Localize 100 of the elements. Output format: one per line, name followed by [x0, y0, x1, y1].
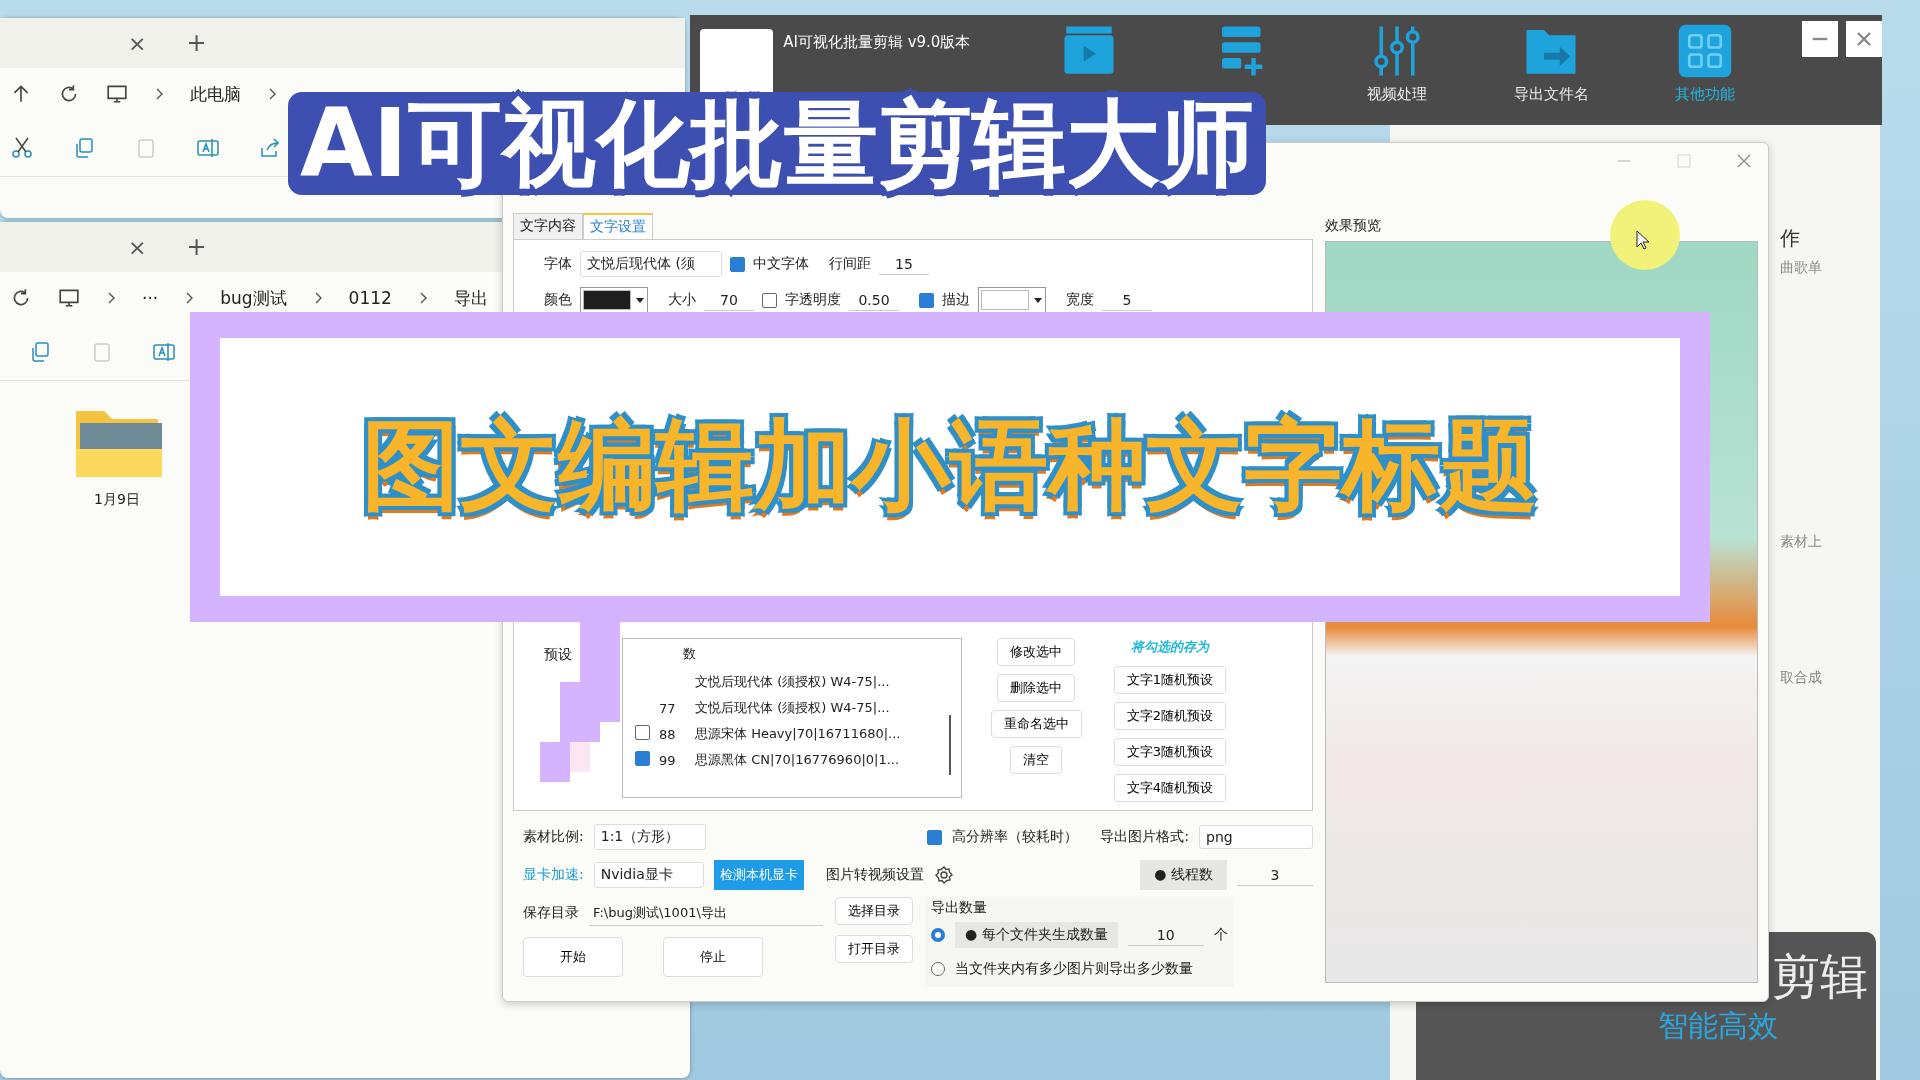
- close-tab-button[interactable]: ×: [128, 234, 147, 260]
- toolbar-label[interactable]: 视频处理: [1367, 85, 1427, 104]
- preset-button[interactable]: 文字4随机预设: [1113, 774, 1227, 802]
- field-label: 导出图片格式:: [1100, 828, 1189, 846]
- action-button[interactable]: 重命名选中: [990, 710, 1082, 738]
- scissors-icon[interactable]: [10, 136, 34, 160]
- overlay-title: AI可视化批量剪辑大师: [288, 92, 1266, 196]
- toolbar-label[interactable]: 导出文件名: [1513, 85, 1589, 104]
- field-label: 保存目录: [523, 904, 579, 922]
- row-number: 88: [659, 726, 676, 742]
- toolbar-label[interactable]: 其他功能: [1675, 85, 1735, 104]
- checkbox[interactable]: [762, 292, 777, 308]
- folder-path-field[interactable]: F:\bug测试\1001\导出: [589, 900, 823, 926]
- field-label: 预设: [544, 646, 573, 664]
- checkbox-label: 高分辨率（较耗时）: [952, 828, 1079, 846]
- feature-text: 曲歌单: [1780, 259, 1822, 277]
- breadcrumb-item[interactable]: 此电脑: [190, 82, 241, 106]
- gpu-dropdown[interactable]: Nvidia显卡: [593, 862, 704, 888]
- cursor-icon: [1636, 230, 1650, 250]
- minimize-button[interactable]: [1802, 21, 1838, 57]
- folder-label[interactable]: 1月9日: [94, 491, 140, 509]
- scrollbar[interactable]: [949, 715, 951, 775]
- field-label: 大小: [668, 291, 696, 309]
- save-as-label: 将勾选的存为: [1131, 638, 1209, 656]
- preset-item[interactable]: 文悦后现代体 (须授权) W4-75|...: [695, 699, 890, 717]
- field-label: 行间距: [829, 255, 871, 273]
- stop-button[interactable]: 停止: [663, 937, 763, 977]
- stroke-color-picker[interactable]: [978, 287, 1046, 313]
- field-label: 素材比例:: [523, 828, 584, 846]
- format-dropdown[interactable]: png: [1199, 825, 1313, 849]
- settings-tab[interactable]: 文字内容: [513, 213, 583, 239]
- action-button[interactable]: 删除选中: [997, 674, 1075, 702]
- breadcrumb-item[interactable]: 0112: [348, 288, 392, 308]
- number-field[interactable]: 3: [1237, 864, 1313, 886]
- ratio-dropdown[interactable]: 1:1（方形）: [593, 824, 706, 850]
- field-label: 宽度: [1066, 291, 1094, 309]
- checkbox-label: 描边: [942, 291, 970, 309]
- checkbox[interactable]: [730, 256, 745, 272]
- close-button[interactable]: [1846, 21, 1882, 57]
- radio-button[interactable]: [931, 962, 945, 976]
- option-label: ● 每个文件夹生成数量: [955, 922, 1118, 948]
- row-number: 99: [659, 752, 676, 768]
- preview-label: 效果预览: [1325, 217, 1382, 235]
- checkbox[interactable]: [927, 829, 943, 845]
- number-field[interactable]: 10: [1127, 924, 1204, 946]
- checkbox-label: 中文字体: [753, 255, 809, 273]
- preset-button[interactable]: 文字2随机预设: [1113, 702, 1227, 730]
- preset-button[interactable]: 文字1随机预设: [1113, 666, 1227, 694]
- breadcrumb-item[interactable]: ···: [142, 288, 159, 308]
- app-title: AI可视化批量剪辑 v9.0版本: [783, 33, 972, 52]
- number-field[interactable]: 5: [1102, 289, 1152, 311]
- checkbox[interactable]: [919, 292, 934, 308]
- preset-button[interactable]: 文字3随机预设: [1113, 738, 1227, 766]
- number-field[interactable]: 70: [704, 289, 754, 311]
- action-button[interactable]: 清空: [1010, 746, 1062, 774]
- field-label: 字体: [544, 255, 572, 273]
- action-button[interactable]: 修改选中: [997, 638, 1075, 666]
- promo-title: 剪辑: [1772, 952, 1868, 1000]
- rename-icon[interactable]: [152, 340, 176, 364]
- group-title: 导出数量: [931, 899, 988, 917]
- checkbox-label: 字透明度: [785, 291, 841, 309]
- field-label: ● 线程数: [1140, 860, 1227, 890]
- new-tab-button[interactable]: +: [186, 29, 207, 57]
- checkbox[interactable]: [635, 725, 650, 740]
- column-header: 数: [683, 645, 697, 663]
- close-tab-button[interactable]: ×: [128, 30, 147, 56]
- start-button[interactable]: 开始: [523, 937, 623, 977]
- open-folder-button[interactable]: 打开目录: [835, 935, 913, 963]
- monitor-icon[interactable]: [58, 287, 80, 309]
- breadcrumb-item[interactable]: 导出: [453, 286, 488, 310]
- preset-item[interactable]: 文悦后现代体 (须授权) W4-75|...: [695, 673, 890, 691]
- unit-label: 个: [1213, 926, 1228, 944]
- settings-icon[interactable]: [933, 865, 954, 885]
- chevron-icon: [184, 291, 195, 305]
- number-field[interactable]: 15: [879, 253, 929, 275]
- checkbox[interactable]: [635, 751, 650, 766]
- promo-subtitle: 智能高效: [1658, 1007, 1778, 1045]
- choose-folder-button[interactable]: 选择目录: [835, 897, 913, 925]
- option-label: 当文件夹内有多少图片则导出多少数量: [955, 960, 1193, 978]
- breadcrumb-item[interactable]: bug测试: [220, 286, 287, 310]
- share-icon[interactable]: [258, 136, 282, 160]
- chevron-icon: [106, 291, 116, 305]
- chevron-icon: [154, 87, 164, 101]
- color-picker[interactable]: [580, 287, 648, 313]
- rename-icon[interactable]: [196, 136, 220, 160]
- radio-button[interactable]: [931, 928, 945, 942]
- feature-text: 素材上: [1780, 533, 1822, 551]
- field-label: 颜色: [544, 291, 572, 309]
- preset-item[interactable]: 思源宋体 Heavy|70|16711680|...: [695, 725, 901, 743]
- feature-text: 取合成: [1780, 669, 1822, 687]
- monitor-icon[interactable]: [106, 83, 128, 105]
- settings-link[interactable]: 图片转视频设置: [825, 866, 924, 884]
- chevron-icon: [267, 87, 277, 101]
- banner-title: 图文编辑加小语种文字标题: [362, 407, 1538, 524]
- new-tab-button[interactable]: +: [186, 233, 207, 261]
- font-dropdown[interactable]: 文悦后现代体 (须: [580, 251, 722, 277]
- spin-field[interactable]: 0.50: [849, 289, 899, 311]
- preset-item[interactable]: 思源黑体 CN|70|16776960|0|1...: [695, 751, 900, 769]
- caret-icon: [1033, 295, 1043, 305]
- settings-tab[interactable]: 文字设置: [583, 213, 653, 239]
